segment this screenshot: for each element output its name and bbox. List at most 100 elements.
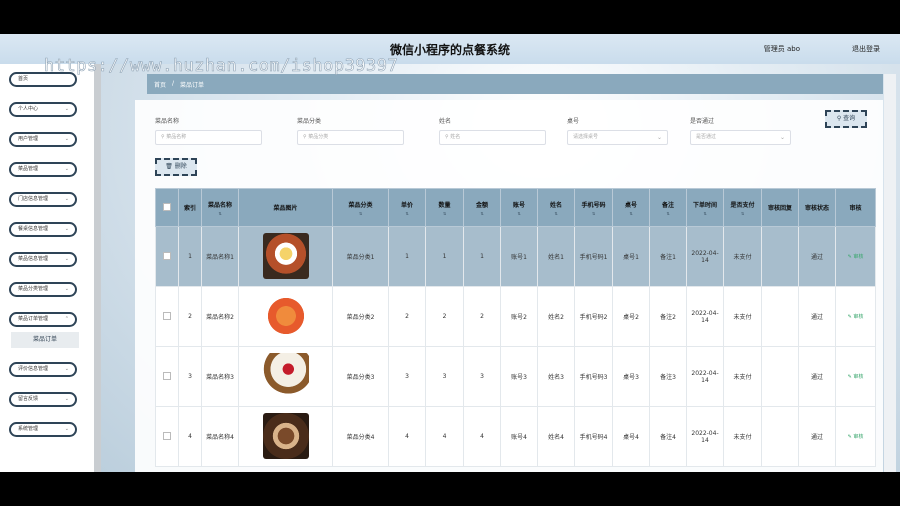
dish-image [262,292,309,339]
name-input[interactable]: ⚲ 姓名 [439,130,546,145]
filter-label-approved: 是否通过 [690,118,715,125]
chevron-up-icon: ⌃ [64,316,69,322]
sidebar-item-dishes[interactable]: 菜品管理 ⌄ [9,162,77,177]
sidebar-item-profile[interactable]: 个人中心 ⌄ [9,102,77,117]
table-row[interactable]: 1 菜品名称1 菜品分类1 1 1 1 账号1 姓名1 手机号码1 桌号1 备注1 2022-04-1… [155,226,876,287]
column-header[interactable]: 手机号码 ⇅ [574,188,613,227]
sort-icon: ⇅ [218,210,222,216]
sidebar-item-dish-info[interactable]: 菜品信息管理 ⌄ [9,252,77,267]
cell-paid: 未支付 [723,346,762,407]
audit-link[interactable]: ✎ 审核 [848,314,864,320]
cell-price: 3 [388,346,426,407]
cell-amount: 2 [463,286,501,347]
select-all-checkbox[interactable] [155,188,179,227]
sort-icon: ⇅ [358,210,363,216]
column-header[interactable]: 单价 ⇅ [388,188,426,227]
sidebar-item-users[interactable]: 用户管理 ⌄ [9,132,77,147]
cell-person: 姓名3 [537,346,575,407]
approved-select[interactable]: 是否通过 ⌄ [690,130,791,145]
chevron-down-icon: ⌄ [64,106,69,112]
cell-person: 姓名2 [537,286,575,347]
column-header[interactable]: 是否支付 ⇅ [723,188,762,227]
cell-phone: 手机号码3 [574,346,613,407]
row-checkbox[interactable] [155,406,179,467]
table-header-row: 索引 菜品名称 ⇅ 菜品图片 菜品分类 ⇅ 单价 ⇅ 数量 ⇅ 金额 ⇅ 账号 ⇅ 姓名 ⇅ … [155,188,876,227]
row-checkbox[interactable] [155,226,179,287]
sidebar-item-dish-categories[interactable]: 菜品分类管理 ⌄ [9,282,77,297]
chevron-down-icon: ⌄ [64,396,69,402]
sidebar-scrollbar[interactable] [94,64,101,472]
dish-image [262,352,309,399]
filter-label-dish-name: 菜品名称 [155,118,180,125]
row-checkbox[interactable] [155,286,179,347]
sort-icon: ⇅ [703,210,707,216]
breadcrumb-separator: / [172,80,175,87]
sidebar-item-system[interactable]: 系统管理 ⌄ [9,422,77,437]
sidebar-item-reviews[interactable]: 评价信息管理 ⌄ [9,362,77,377]
delete-button[interactable]: 🗑 删除 [155,158,197,176]
column-header[interactable]: 桌号 ⇅ [612,188,650,227]
column-header[interactable]: 备注 ⇅ [649,188,687,227]
table-row[interactable]: 4 菜品名称4 菜品分类4 4 4 4 账号4 姓名4 手机号码4 桌号4 备注4 2022-04-1… [155,406,876,467]
cell-time: 2022-04-14 [686,346,724,407]
cell-amount: 4 [463,406,501,467]
cell-time: 2022-04-14 [686,226,724,287]
cell-status: 通过 [798,346,836,407]
cell-time: 2022-04-14 [686,406,724,467]
content-scrollbar[interactable] [884,74,896,472]
column-header[interactable]: 菜品名称 ⇅ [201,188,239,227]
sidebar-item-dish-orders[interactable]: 菜品订单管理 ⌃ [9,312,77,327]
audit-link[interactable]: ✎ 审核 [848,254,864,260]
breadcrumb-current: 菜品订单 [180,82,205,89]
breadcrumb-home[interactable]: 首页 [154,80,166,89]
dish-name-input[interactable]: ⚲ 菜品名称 [155,130,262,145]
cell-qty: 3 [425,346,464,407]
sort-icon: ⇅ [591,210,596,216]
audit-cell: ✎ 审核 [835,286,876,347]
row-checkbox[interactable] [155,346,179,407]
sort-icon: ⇅ [480,210,484,216]
sidebar-item-stores[interactable]: 门店信息管理 ⌄ [9,192,77,207]
table-row[interactable]: 2 菜品名称2 菜品分类2 2 2 2 账号2 姓名2 手机号码2 桌号2 备注2 2022-04-1… [155,286,876,347]
chevron-down-icon: ⌄ [64,256,69,262]
cell-price: 2 [388,286,426,347]
cell-index: 1 [178,226,202,287]
sort-icon: ⇅ [442,210,447,216]
query-button[interactable]: ⚲ 查询 [825,110,867,128]
chevron-down-icon: ⌄ [64,226,69,232]
dish-category-input[interactable]: ⚲ 菜品分类 [297,130,404,145]
column-header: 审核 [835,188,876,227]
logout-link[interactable]: 退出登录 [852,44,880,54]
column-header[interactable]: 金额 ⇅ [463,188,501,227]
sort-icon: ⇅ [405,210,409,216]
column-header[interactable]: 数量 ⇅ [425,188,464,227]
dish-image-cell [238,346,333,407]
audit-cell: ✎ 审核 [835,226,876,287]
table-no-select[interactable]: 请选择桌号 ⌄ [567,130,668,145]
cell-category: 菜品分类2 [332,286,389,347]
cell-table: 桌号4 [612,406,650,467]
sidebar-item-feedback[interactable]: 留言反馈 ⌄ [9,392,77,407]
table-row[interactable]: 3 菜品名称3 菜品分类3 3 3 3 账号3 姓名3 手机号码3 桌号3 备注3 2022-04-1… [155,346,876,407]
column-header[interactable]: 姓名 ⇅ [537,188,575,227]
column-header[interactable]: 下单时间 ⇅ [686,188,724,227]
chevron-down-icon: ⌄ [64,366,69,372]
column-header[interactable]: 菜品分类 ⇅ [332,188,389,227]
filter-label-dish-category: 菜品分类 [297,118,322,125]
watermark: https://www.huzhan.com/ishop39397 [44,56,399,77]
cell-status: 通过 [798,406,836,467]
cell-reply [761,346,799,407]
audit-link[interactable]: ✎ 审核 [848,374,864,380]
cell-note: 备注4 [649,406,687,467]
cell-qty: 1 [425,226,464,287]
cell-reply [761,286,799,347]
cell-index: 4 [178,406,202,467]
sidebar-item-tables[interactable]: 餐桌信息管理 ⌄ [9,222,77,237]
cell-person: 姓名4 [537,406,575,467]
cell-note: 备注1 [649,226,687,287]
column-header[interactable]: 账号 ⇅ [500,188,538,227]
cell-qty: 4 [425,406,464,467]
cell-paid: 未支付 [723,226,762,287]
audit-link[interactable]: ✎ 审核 [848,434,864,440]
sidebar-subitem-dish-orders[interactable]: 菜品订单 [11,332,79,348]
